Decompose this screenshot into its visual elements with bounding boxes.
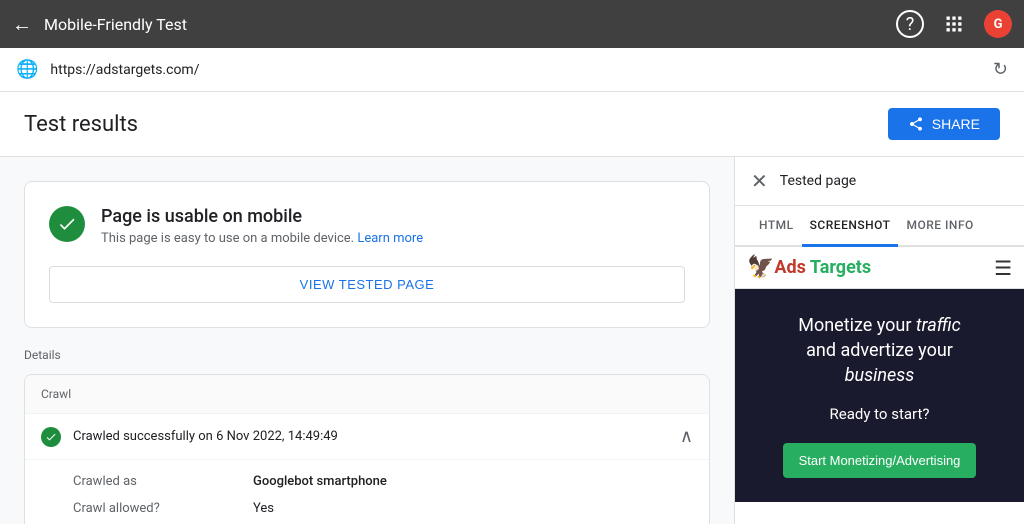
tested-page-label: Tested page [780, 173, 856, 189]
detail-label-crawled-as: Crawled as [73, 474, 253, 489]
detail-row-crawl-allowed: Crawl allowed? Yes [25, 495, 709, 522]
success-text: Page is usable on mobile This page is ea… [101, 206, 423, 246]
right-panel-header: ✕ Tested page [735, 157, 1024, 206]
left-panel: Page is usable on mobile This page is ea… [0, 157, 734, 524]
hero-text: Monetize your traffic and advertize your… [798, 313, 961, 389]
share-button[interactable]: SHARE [888, 108, 1000, 140]
detail-label-crawl-allowed: Crawl allowed? [73, 501, 253, 516]
crawl-success-icon [41, 427, 61, 447]
preview-logo: AdsTargets [774, 257, 871, 278]
preview-navbar: 🦅 AdsTargets ☰ [735, 247, 1024, 289]
success-header: Page is usable on mobile This page is ea… [49, 206, 685, 246]
preview-hero: Monetize your traffic and advertize your… [735, 289, 1024, 502]
back-button[interactable]: ← [12, 12, 32, 37]
tab-screenshot[interactable]: SCREENSHOT [802, 206, 899, 247]
logo-ads: Ads [774, 257, 805, 278]
app-title: Mobile-Friendly Test [44, 15, 884, 34]
detail-row-crawled-as: Crawled as Googlebot smartphone [25, 468, 709, 495]
logo-bird-icon: 🦅 [747, 255, 774, 280]
detail-value-crawl-allowed: Yes [253, 501, 693, 516]
close-button[interactable]: ✕ [751, 169, 768, 193]
success-card: Page is usable on mobile This page is ea… [24, 181, 710, 328]
help-icon[interactable]: ? [896, 10, 924, 38]
tabs-row: HTML SCREENSHOT MORE INFO [735, 206, 1024, 247]
main-content: Page is usable on mobile This page is ea… [0, 157, 1024, 524]
hamburger-icon[interactable]: ☰ [994, 256, 1012, 280]
top-bar: ← Mobile-Friendly Test ? G [0, 0, 1024, 48]
avatar[interactable]: G [984, 10, 1012, 38]
crawl-status-text: Crawled successfully on 6 Nov 2022, 14:4… [73, 429, 668, 444]
crawl-status-row: Crawled successfully on 6 Nov 2022, 14:4… [25, 414, 709, 460]
success-description: This page is easy to use on a mobile dev… [101, 231, 423, 246]
crawl-details: Crawled as Googlebot smartphone Crawl al… [25, 460, 709, 524]
hero-italic-traffic: traffic [916, 315, 961, 336]
globe-icon: 🌐 [16, 59, 38, 80]
cta-button[interactable]: Start Monetizing/Advertising [783, 443, 977, 478]
url-bar: 🌐 https://adstargets.com/ ↻ [0, 48, 1024, 92]
success-icon [49, 206, 85, 242]
page-header: Test results SHARE [0, 92, 1024, 157]
view-tested-page-button[interactable]: VIEW TESTED PAGE [49, 266, 685, 303]
tab-html[interactable]: HTML [751, 206, 802, 247]
grid-icon[interactable] [940, 10, 968, 38]
crawl-card: Crawl Crawled successfully on 6 Nov 2022… [24, 374, 710, 524]
details-label: Details [24, 348, 710, 362]
learn-more-link[interactable]: Learn more [357, 231, 423, 246]
success-heading: Page is usable on mobile [101, 206, 423, 227]
refresh-icon[interactable]: ↻ [993, 59, 1008, 80]
chevron-up-icon[interactable]: ∧ [680, 426, 693, 447]
logo-targets: Targets [810, 257, 871, 278]
hero-subtitle: Ready to start? [830, 405, 930, 423]
tab-more-info[interactable]: MORE INFO [898, 206, 981, 247]
right-panel: ✕ Tested page HTML SCREENSHOT MORE INFO … [734, 157, 1024, 524]
hero-italic-business: business [845, 365, 915, 386]
top-icons: ? G [896, 10, 1012, 38]
screenshot-area: 🦅 AdsTargets ☰ Monetize your traffic and… [735, 247, 1024, 524]
preview-container: 🦅 AdsTargets ☰ Monetize your traffic and… [735, 247, 1024, 524]
crawl-header: Crawl [25, 375, 709, 414]
url-text: https://adstargets.com/ [50, 62, 980, 78]
page-title: Test results [24, 112, 138, 137]
detail-value-crawled-as: Googlebot smartphone [253, 474, 693, 489]
